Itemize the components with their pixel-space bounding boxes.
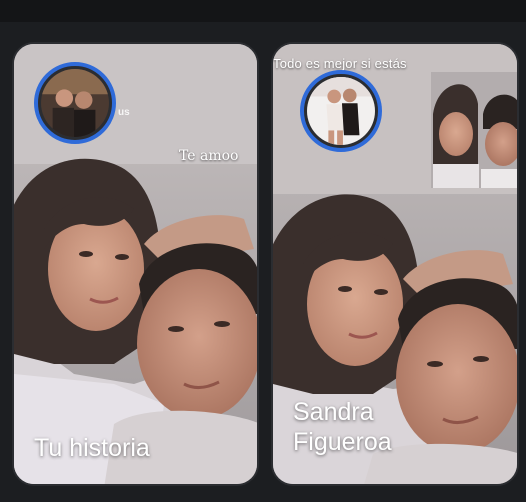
story-name-line-1: Sandra (293, 398, 374, 426)
story-name: Tu historia (34, 434, 150, 462)
story-name: Sandra Figueroa (293, 397, 392, 457)
story-overlay-caption: Te amoo (179, 148, 239, 164)
story-card-tu-historia[interactable]: us Te amoo Tu historia (12, 42, 259, 486)
story-name-line-2: Figueroa (293, 428, 392, 456)
avatar-side-caption: us (118, 107, 130, 118)
story-avatar-ring[interactable] (34, 62, 116, 144)
avatar (307, 77, 375, 145)
story-avatar-ring[interactable] (300, 70, 382, 152)
story-overlay-caption: Todo es mejor si estás (273, 56, 407, 71)
avatar (41, 69, 109, 137)
top-bar (0, 0, 526, 22)
story-card-sandra-figueroa[interactable]: Todo es mejor si estás Sandra Figueroa (271, 42, 519, 486)
